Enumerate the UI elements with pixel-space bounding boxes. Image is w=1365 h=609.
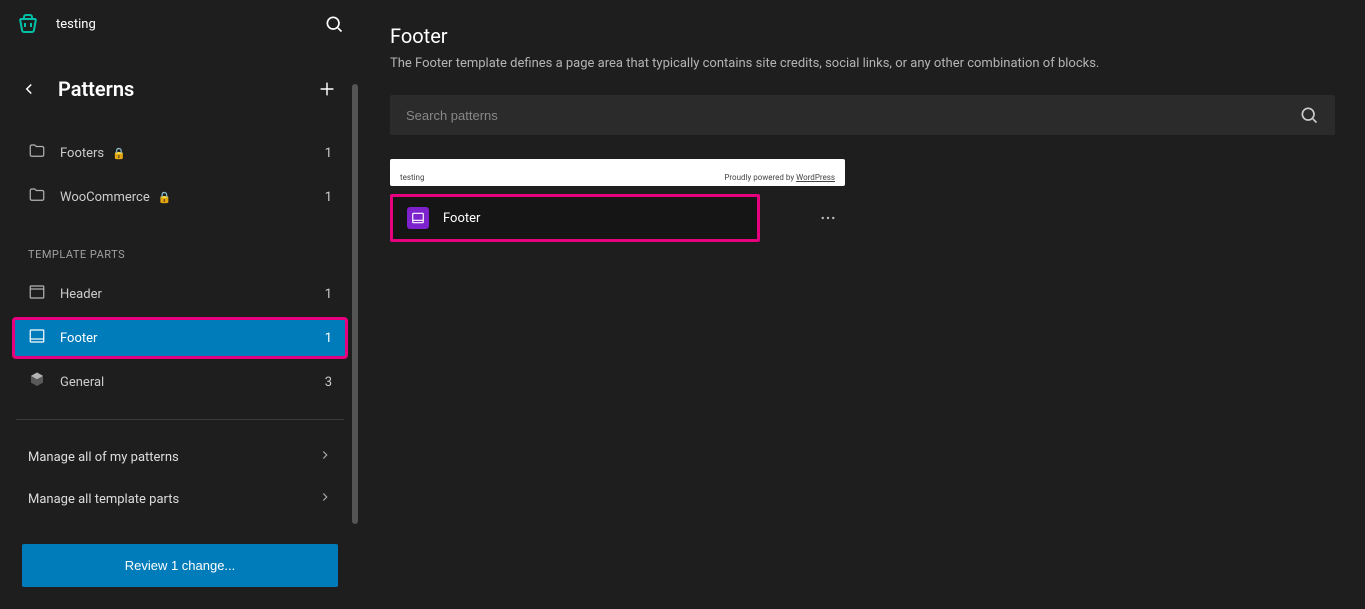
- manage-template-parts-link[interactable]: Manage all template parts: [12, 478, 348, 520]
- nav-label: Header: [60, 287, 311, 302]
- pattern-card-row: Footer: [390, 194, 845, 242]
- search-icon[interactable]: [1299, 105, 1319, 125]
- nav-count: 1: [325, 287, 332, 302]
- nav-count: 3: [325, 375, 332, 390]
- folder-icon: [28, 186, 46, 208]
- patterns-title: Patterns: [58, 77, 290, 101]
- nav-label: Footers 🔒: [60, 146, 311, 161]
- header-search-icon[interactable]: [324, 14, 344, 34]
- scrollbar-thumb[interactable]: [352, 84, 358, 524]
- pattern-card: testing Proudly powered by WordPress Foo…: [390, 159, 845, 242]
- nav-item-general[interactable]: General 3: [12, 361, 348, 403]
- patterns-header: Patterns: [0, 48, 360, 130]
- nav-label: General: [60, 375, 311, 390]
- template-parts-list: Header 1 Footer 1 General 3: [12, 273, 348, 403]
- main-content: Footer The Footer template defines a pag…: [360, 0, 1365, 609]
- pattern-label: Footer: [443, 211, 480, 226]
- divider: [16, 419, 344, 420]
- header-layout-icon: [28, 283, 46, 305]
- pattern-preview[interactable]: testing Proudly powered by WordPress: [390, 159, 845, 186]
- nav-item-header[interactable]: Header 1: [12, 273, 348, 315]
- sidebar-scroll: Footers 🔒 1 WooCommerce 🔒 1 TEMPLATE PAR…: [0, 130, 360, 528]
- general-layout-icon: [28, 371, 46, 393]
- search-patterns-input[interactable]: [406, 108, 1299, 123]
- nav-item-footers[interactable]: Footers 🔒 1: [12, 132, 348, 174]
- nav-label: WooCommerce 🔒: [60, 190, 311, 205]
- nav-count: 1: [325, 331, 332, 346]
- pattern-footer-item[interactable]: Footer: [390, 194, 760, 242]
- sidebar-top-bar: testing: [0, 0, 360, 48]
- site-logo-icon[interactable]: [16, 12, 40, 36]
- nav-item-woocommerce[interactable]: WooCommerce 🔒 1: [12, 176, 348, 218]
- lock-icon: 🔒: [112, 147, 126, 160]
- review-changes-button[interactable]: Review 1 change...: [22, 544, 338, 587]
- search-patterns-bar[interactable]: [390, 95, 1335, 135]
- page-title: Footer: [390, 24, 1335, 48]
- back-icon[interactable]: [20, 80, 38, 98]
- sidebar: testing Patterns Footers 🔒 1: [0, 0, 360, 609]
- folder-icon: [28, 142, 46, 164]
- page-description: The Footer template defines a page area …: [390, 56, 1335, 71]
- nav-label: Footer: [60, 331, 311, 346]
- chevron-right-icon: [318, 448, 332, 466]
- sidebar-scrollbar[interactable]: [352, 84, 358, 519]
- add-pattern-button[interactable]: [310, 72, 344, 106]
- footer-layout-icon: [28, 327, 46, 349]
- nav-count: 1: [325, 146, 332, 161]
- more-actions-button[interactable]: [811, 201, 845, 235]
- pattern-category-list: Footers 🔒 1 WooCommerce 🔒 1: [12, 132, 348, 218]
- section-label-template-parts: TEMPLATE PARTS: [12, 220, 348, 271]
- chevron-right-icon: [318, 490, 332, 508]
- lock-icon: 🔒: [158, 191, 172, 204]
- nav-count: 1: [325, 190, 332, 205]
- footer-block-icon: [407, 207, 429, 229]
- site-title: testing: [56, 17, 96, 32]
- nav-item-footer[interactable]: Footer 1: [12, 317, 348, 359]
- manage-patterns-link[interactable]: Manage all of my patterns: [12, 436, 348, 478]
- preview-powered-by: Proudly powered by WordPress: [724, 173, 835, 182]
- preview-site-title: testing: [400, 173, 424, 182]
